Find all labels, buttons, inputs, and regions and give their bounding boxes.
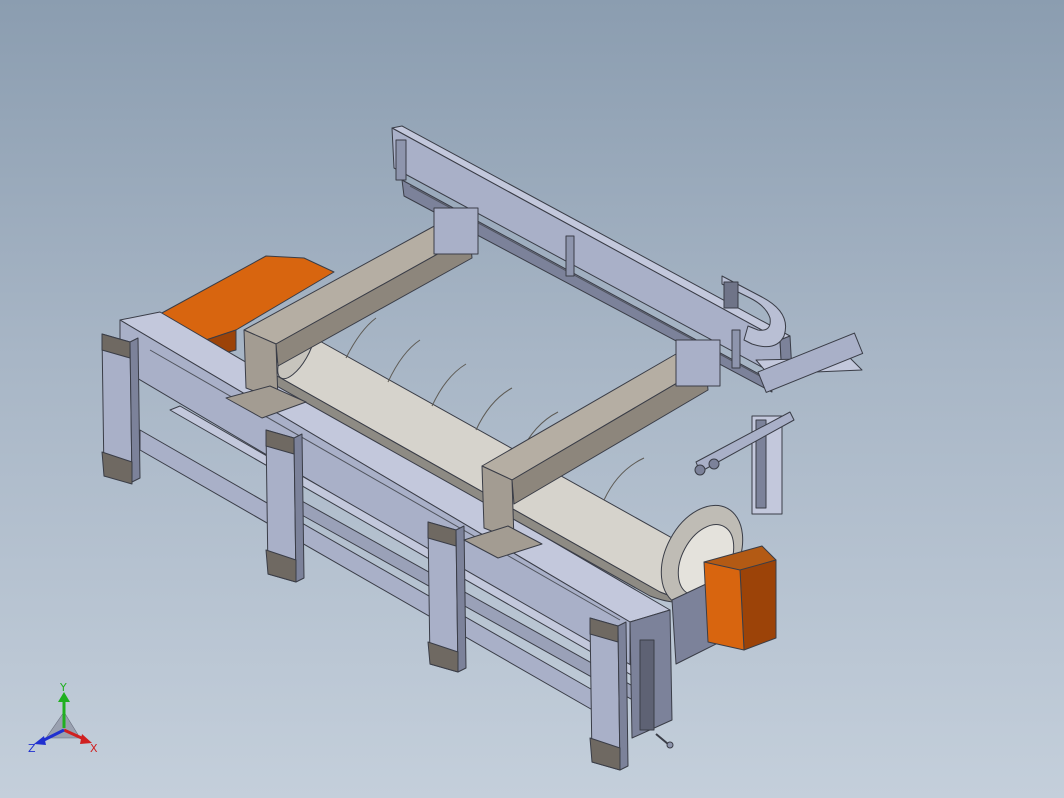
axis-triad[interactable]: Y X Z: [24, 682, 104, 762]
z-axis-label: Z: [28, 742, 36, 755]
x-axis-label: X: [90, 742, 98, 755]
loose-bolt: [655, 733, 674, 749]
3d-model-viewport[interactable]: [0, 0, 1064, 798]
z-axis-head-icon: [34, 736, 46, 745]
machine-assembly: [101, 125, 864, 771]
y-axis-label: Y: [59, 682, 67, 694]
